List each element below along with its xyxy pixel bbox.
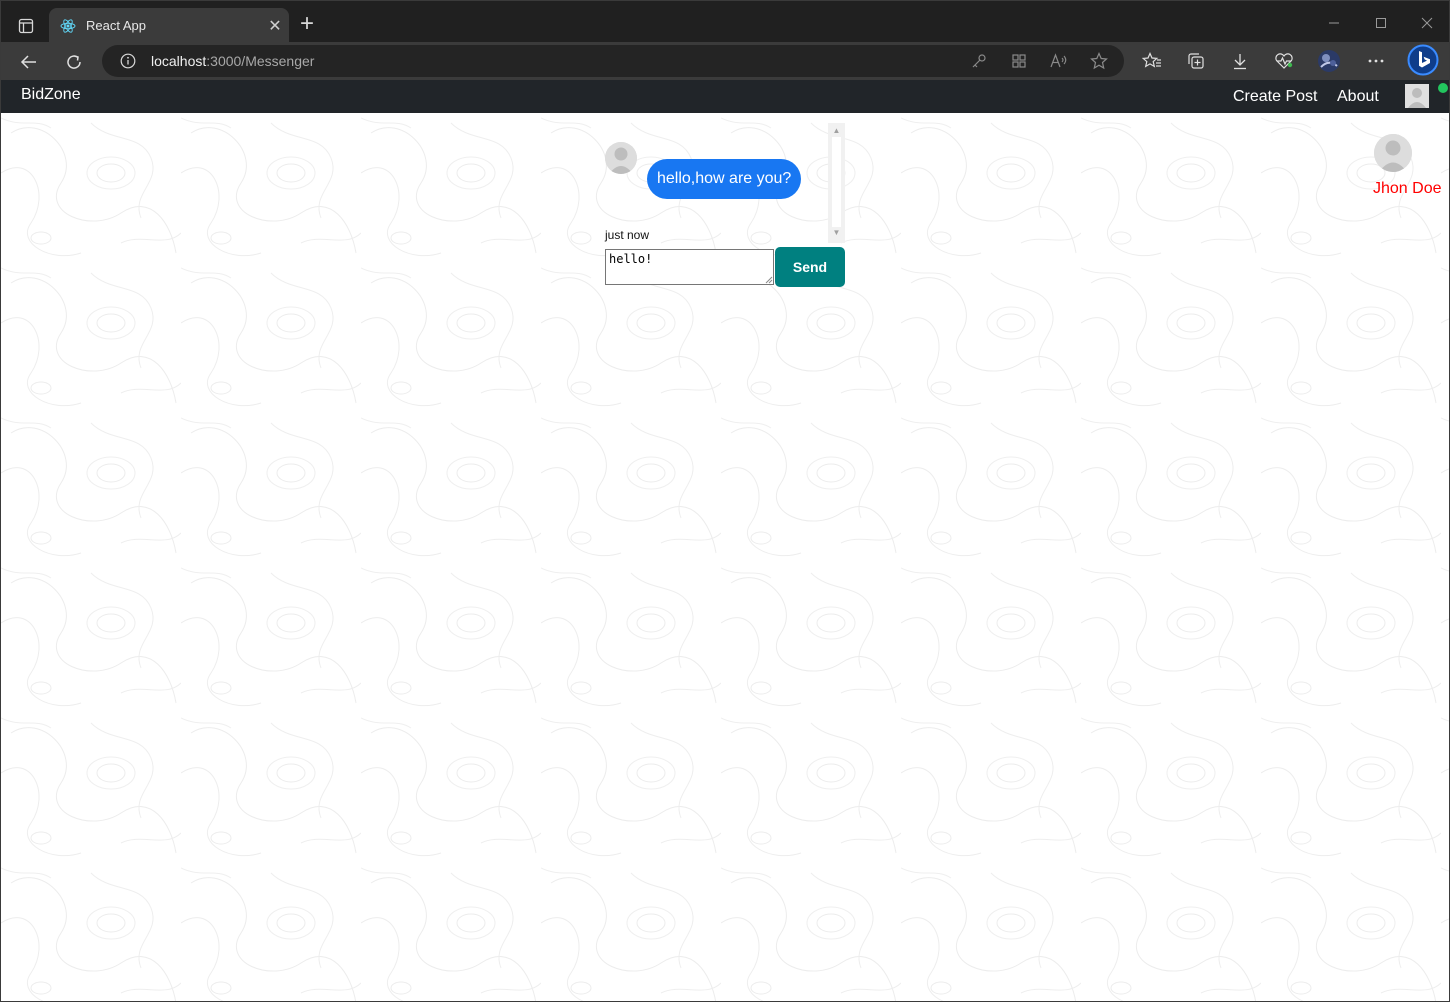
message-input[interactable]: hello!	[605, 249, 774, 285]
minimize-icon[interactable]	[1311, 9, 1357, 37]
more-options-icon[interactable]	[1364, 49, 1388, 73]
tab-actions-icon[interactable]	[13, 13, 39, 39]
topographic-background	[1, 113, 1449, 1001]
app-available-icon[interactable]	[1009, 51, 1029, 71]
page-viewport: BidZone Create Post About hello,how are …	[0, 80, 1450, 1002]
back-arrow-icon[interactable]	[13, 46, 45, 78]
url-host: localhost	[151, 53, 207, 69]
about-link[interactable]: About	[1337, 88, 1379, 106]
favorites-icon[interactable]	[1140, 49, 1164, 73]
bing-copilot-icon[interactable]	[1407, 44, 1439, 76]
online-status-indicator	[1438, 83, 1448, 93]
url-text: localhost:3000/Messenger	[151, 53, 314, 69]
online-user-name[interactable]: Jhon Doe	[1373, 180, 1442, 198]
browser-tab-bar: React App ✕ +	[0, 0, 1450, 43]
refresh-icon[interactable]	[58, 46, 90, 78]
browser-tab[interactable]: React App ✕	[49, 8, 289, 43]
info-icon[interactable]	[120, 53, 136, 69]
user-avatar[interactable]	[1405, 84, 1429, 108]
browser-address-bar: localhost:3000/Messenger	[0, 42, 1450, 80]
close-window-icon[interactable]	[1404, 9, 1450, 37]
collections-icon[interactable]	[1184, 49, 1208, 73]
chat-messages-box: hello,how are you? ▲ ▼	[601, 123, 845, 243]
maximize-icon[interactable]	[1358, 9, 1404, 37]
scroll-up-icon[interactable]: ▲	[832, 126, 841, 135]
password-key-icon[interactable]	[969, 51, 989, 71]
message-bubble: hello,how are you?	[647, 159, 802, 199]
url-path: :3000/Messenger	[206, 53, 315, 69]
favorite-star-icon[interactable]	[1089, 51, 1109, 71]
scrollbar-thumb[interactable]	[832, 137, 841, 227]
message-timestamp: just now	[605, 228, 650, 242]
send-button[interactable]: Send	[775, 247, 845, 287]
sender-avatar	[605, 142, 637, 174]
create-post-link[interactable]: Create Post	[1233, 88, 1317, 106]
chat-scrollbar[interactable]: ▲ ▼	[828, 123, 845, 243]
downloads-icon[interactable]	[1228, 49, 1252, 73]
tab-title: React App	[86, 18, 146, 33]
performance-heart-icon[interactable]	[1272, 49, 1296, 73]
react-logo-icon	[59, 17, 77, 35]
brand-logo[interactable]: BidZone	[21, 86, 81, 104]
resize-grip-icon[interactable]	[764, 275, 773, 284]
new-tab-icon[interactable]: +	[294, 11, 320, 39]
online-user-avatar[interactable]	[1374, 134, 1412, 172]
scroll-down-icon[interactable]: ▼	[832, 228, 841, 237]
profile-avatar-icon[interactable]	[1317, 49, 1341, 73]
read-aloud-icon[interactable]	[1049, 51, 1069, 71]
url-bar[interactable]: localhost:3000/Messenger	[102, 45, 1124, 77]
close-tab-icon[interactable]: ✕	[261, 12, 289, 40]
app-navbar: BidZone Create Post About	[1, 80, 1449, 113]
